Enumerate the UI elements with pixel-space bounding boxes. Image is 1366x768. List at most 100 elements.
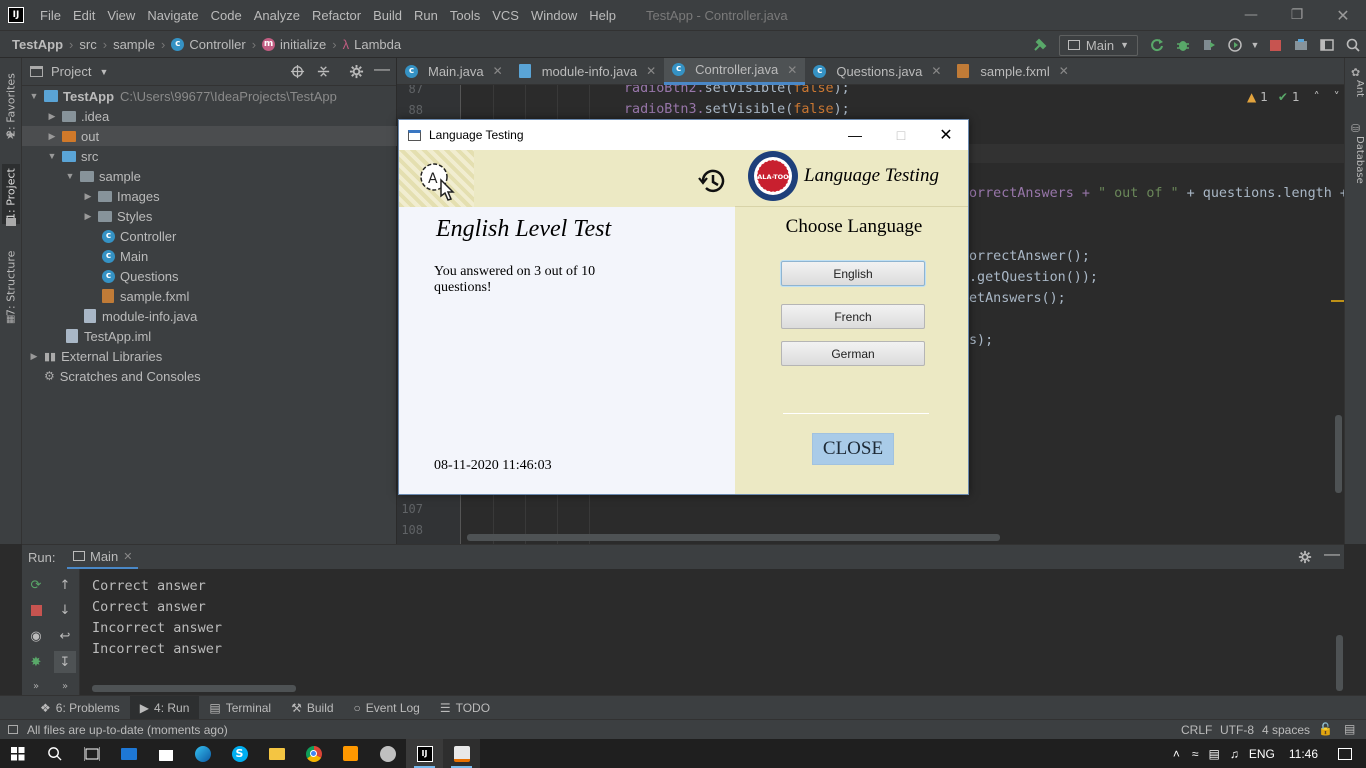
chevron-up-icon[interactable]: ˄	[1173, 747, 1180, 761]
tree-item-src[interactable]: ▼ src	[22, 146, 397, 166]
skype-icon[interactable]: S	[221, 739, 258, 768]
tree-item-images[interactable]: ▶ Images	[22, 186, 397, 206]
chevron-down-icon[interactable]: ˅	[1334, 90, 1340, 104]
tree-item-module-info[interactable]: module-info.java	[22, 306, 397, 326]
task-view-icon[interactable]	[73, 739, 110, 768]
menu-analyze[interactable]: Analyze	[248, 8, 306, 23]
close-window-button[interactable]: ✕	[923, 120, 969, 150]
tree-item-main[interactable]: c Main	[22, 246, 397, 266]
german-button[interactable]: German	[781, 341, 925, 366]
volume-icon[interactable]: ♫	[1230, 747, 1239, 761]
database-tab[interactable]: Database	[1347, 136, 1365, 196]
debug-icon[interactable]	[1171, 33, 1195, 57]
line-separator-status[interactable]: CRLF	[1181, 723, 1212, 737]
file-explorer-icon[interactable]	[258, 739, 295, 768]
hide-panel-icon[interactable]: —	[374, 61, 390, 79]
menu-window[interactable]: Window	[525, 8, 583, 23]
camera-icon[interactable]: ◉	[25, 625, 47, 647]
more-icon[interactable]: »	[54, 675, 76, 697]
wifi-icon[interactable]: ≈	[1192, 747, 1199, 761]
debug-icon[interactable]: ✸	[25, 651, 47, 673]
locate-icon[interactable]	[290, 64, 305, 82]
java-app-taskbar-icon[interactable]	[443, 739, 480, 768]
tree-item-controller[interactable]: c Controller	[22, 226, 397, 246]
tree-item-scratches[interactable]: ⚙ Scratches and Consoles	[22, 366, 397, 386]
menu-file[interactable]: File	[34, 8, 67, 23]
terminal-tool-button[interactable]: ▤ Terminal	[199, 696, 281, 720]
run-tab-main[interactable]: Main ✕	[67, 545, 139, 570]
tab-sample-fxml[interactable]: sample.fxml ✕	[949, 58, 1076, 85]
tree-item-external-libraries[interactable]: ▶ ▮▮ External Libraries	[22, 346, 397, 366]
lock-icon[interactable]: 🔓	[1318, 722, 1333, 736]
notifications-icon[interactable]	[1338, 747, 1352, 760]
close-window-button[interactable]: ✕	[1320, 0, 1366, 30]
tree-item-styles[interactable]: ▶ Styles	[22, 206, 397, 226]
tree-item-questions[interactable]: c Questions	[22, 266, 397, 286]
status-panel-icon[interactable]	[8, 725, 18, 734]
down-arrow-icon[interactable]: ↓	[54, 599, 76, 621]
tree-item-iml[interactable]: TestApp.iml	[22, 326, 397, 346]
minimize-button[interactable]: —	[1228, 0, 1274, 30]
tree-item-sample-fxml[interactable]: sample.fxml	[22, 286, 397, 306]
profile-icon[interactable]	[1223, 33, 1247, 57]
menu-refactor[interactable]: Refactor	[306, 8, 367, 23]
gear-icon[interactable]	[1298, 550, 1312, 567]
up-arrow-icon[interactable]: ↑	[54, 574, 76, 596]
tree-item-idea[interactable]: ▶ .idea	[22, 106, 397, 126]
keyboard-language[interactable]: ENG	[1249, 747, 1275, 761]
french-button[interactable]: French	[781, 304, 925, 329]
sublime-icon[interactable]	[332, 739, 369, 768]
restore-button[interactable]: ❐	[1274, 0, 1320, 30]
tree-item-testapp[interactable]: ▼ TestApp C:\Users\99677\IdeaProjects\Te…	[22, 86, 397, 106]
status-message[interactable]: All files are up-to-date (moments ago)	[27, 723, 228, 737]
vertical-scrollbar[interactable]	[1336, 635, 1343, 691]
clock[interactable]: 11:46	[1289, 747, 1318, 761]
mail-icon[interactable]	[110, 739, 147, 768]
menu-edit[interactable]: Edit	[67, 8, 101, 23]
layout-icon[interactable]	[1315, 33, 1339, 57]
encoding-status[interactable]: UTF-8	[1220, 723, 1254, 737]
memory-indicator-icon[interactable]: ▤	[1344, 722, 1355, 736]
menu-vcs[interactable]: VCS	[486, 8, 525, 23]
python-icon[interactable]	[369, 739, 406, 768]
edge-icon[interactable]	[184, 739, 221, 768]
close-icon[interactable]: ✕	[1059, 64, 1069, 78]
project-tool-tab[interactable]: 1: Project	[2, 164, 20, 224]
search-icon[interactable]	[36, 739, 73, 768]
menu-tools[interactable]: Tools	[444, 8, 486, 23]
run-configuration-select[interactable]: Main ▼	[1058, 34, 1138, 56]
store-icon[interactable]	[147, 739, 184, 768]
breadcrumb-src[interactable]: src	[75, 37, 100, 52]
tree-item-out[interactable]: ▶ out	[22, 126, 397, 146]
close-icon[interactable]: ✕	[646, 64, 656, 78]
close-icon[interactable]: ✕	[787, 63, 797, 77]
battery-icon[interactable]: ▤	[1209, 747, 1220, 761]
breadcrumb-project[interactable]: TestApp	[0, 37, 67, 52]
soft-wrap-icon[interactable]: ↩	[54, 625, 76, 647]
stop-icon[interactable]	[1263, 33, 1287, 57]
menu-navigate[interactable]: Navigate	[141, 8, 204, 23]
horizontal-scrollbar[interactable]	[92, 685, 296, 692]
tab-controller-java[interactable]: c Controller.java ✕	[664, 57, 806, 85]
close-icon[interactable]: ✕	[123, 550, 132, 563]
collapse-all-icon[interactable]	[316, 64, 331, 82]
run-console[interactable]: ⟳ ◉ ✸ » ↑ ↓ ↩ ↧ » Correct answer Correct…	[22, 569, 1344, 695]
rerun-icon[interactable]	[1145, 33, 1169, 57]
tree-item-sample[interactable]: ▼ sample	[22, 166, 397, 186]
chevron-down-icon[interactable]: ▼	[1249, 33, 1261, 57]
menu-view[interactable]: View	[101, 8, 141, 23]
gear-icon[interactable]	[349, 64, 364, 82]
close-icon[interactable]: ✕	[931, 64, 941, 78]
indent-status[interactable]: 4 spaces	[1262, 723, 1310, 737]
breadcrumb-lambda[interactable]: λ Lambda	[339, 37, 405, 52]
chevron-up-icon[interactable]: ˄	[1314, 90, 1320, 104]
menu-code[interactable]: Code	[205, 8, 248, 23]
run-tool-button[interactable]: ▶ 4: Run	[129, 695, 200, 720]
windows-start-icon[interactable]	[0, 739, 36, 768]
scroll-to-end-icon[interactable]: ↧	[54, 651, 76, 673]
stop-icon[interactable]	[25, 599, 47, 621]
menu-run[interactable]: Run	[408, 8, 444, 23]
close-icon[interactable]: ✕	[493, 64, 503, 78]
breadcrumb-method[interactable]: m initialize	[258, 37, 330, 52]
event-log-tool-button[interactable]: ○ Event Log	[344, 696, 430, 720]
